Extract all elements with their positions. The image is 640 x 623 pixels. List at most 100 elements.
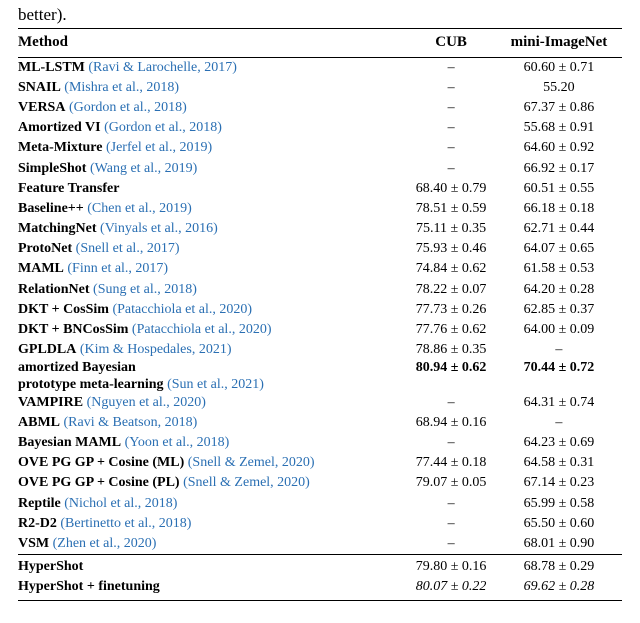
method-cell: Amortized VI (Gordon et al., 2018) <box>18 118 406 138</box>
table-header-row: Method CUB mini-ImageNet <box>18 29 622 58</box>
method-cell: SimpleShot (Wang et al., 2019) <box>18 159 406 179</box>
col-mini: mini-ImageNet <box>498 29 622 58</box>
citation: (Snell et al., 2017) <box>72 241 179 256</box>
method-name: HyperShot <box>18 559 83 574</box>
method-cell: VAMPIRE (Nguyen et al., 2020) <box>18 393 406 413</box>
mini-imagenet-cell: 64.23 ± 0.69 <box>498 433 622 453</box>
table-row: Reptile (Nichol et al., 2018)–65.99 ± 0.… <box>18 494 622 514</box>
mini-imagenet-cell: 68.78 ± 0.29 <box>498 555 622 578</box>
cub-cell: 68.40 ± 0.79 <box>406 179 497 199</box>
mini-imagenet-cell: 67.37 ± 0.86 <box>498 98 622 118</box>
table-body: ML-LSTM (Ravi & Larochelle, 2017)–60.60 … <box>18 57 622 601</box>
method-cell: ML-LSTM (Ravi & Larochelle, 2017) <box>18 57 406 78</box>
cub-cell: 77.73 ± 0.26 <box>406 300 497 320</box>
method-name: Baseline++ <box>18 201 84 216</box>
method-name: Bayesian MAML <box>18 435 121 450</box>
table-row: SNAIL (Mishra et al., 2018)–55.20 <box>18 78 622 98</box>
table-row: MAML (Finn et al., 2017)74.84 ± 0.6261.5… <box>18 259 622 279</box>
method-name: prototype meta-learning <box>18 377 164 392</box>
method-cell: Baseline++ (Chen et al., 2019) <box>18 199 406 219</box>
mini-imagenet-cell: 65.50 ± 0.60 <box>498 514 622 534</box>
method-cell: MAML (Finn et al., 2017) <box>18 259 406 279</box>
method-name: Feature Transfer <box>18 181 119 196</box>
citation: (Wang et al., 2019) <box>86 161 197 176</box>
method-cell: amortized Bayesianprototype meta-learnin… <box>18 360 406 392</box>
table-row: Feature Transfer68.40 ± 0.7960.51 ± 0.55 <box>18 179 622 199</box>
table-row: Baseline++ (Chen et al., 2019)78.51 ± 0.… <box>18 199 622 219</box>
cub-cell: – <box>406 433 497 453</box>
citation: (Ravi & Larochelle, 2017) <box>85 60 237 75</box>
table-row: HyperShot79.80 ± 0.1668.78 ± 0.29 <box>18 555 622 578</box>
table-row: VSM (Zhen et al., 2020)–68.01 ± 0.90 <box>18 534 622 555</box>
cub-cell: – <box>406 534 497 555</box>
method-cell: HyperShot + finetuning <box>18 577 406 601</box>
cub-cell: – <box>406 98 497 118</box>
citation: (Sun et al., 2021) <box>164 377 264 392</box>
table-row: amortized Bayesianprototype meta-learnin… <box>18 360 622 392</box>
citation: (Gordon et al., 2018) <box>101 120 222 135</box>
mini-imagenet-cell: 66.92 ± 0.17 <box>498 159 622 179</box>
table-row: VERSA (Gordon et al., 2018)–67.37 ± 0.86 <box>18 98 622 118</box>
table-row: DKT + BNCosSim (Patacchiola et al., 2020… <box>18 320 622 340</box>
table-row: GPLDLA (Kim & Hospedales, 2021)78.86 ± 0… <box>18 340 622 360</box>
citation: (Patacchiola et al., 2020) <box>109 302 252 317</box>
mini-imagenet-cell: 62.71 ± 0.44 <box>498 219 622 239</box>
mini-imagenet-cell: 65.99 ± 0.58 <box>498 494 622 514</box>
mini-imagenet-cell: 68.01 ± 0.90 <box>498 534 622 555</box>
mini-imagenet-cell: 55.68 ± 0.91 <box>498 118 622 138</box>
mini-imagenet-cell: 61.58 ± 0.53 <box>498 259 622 279</box>
method-name: OVE PG GP + Cosine (PL) <box>18 475 180 490</box>
table-row: SimpleShot (Wang et al., 2019)–66.92 ± 0… <box>18 159 622 179</box>
method-name: DKT + BNCosSim <box>18 322 128 337</box>
cub-cell: 80.07 ± 0.22 <box>406 577 497 601</box>
citation: (Kim & Hospedales, 2021) <box>76 342 231 357</box>
mini-imagenet-cell: 64.31 ± 0.74 <box>498 393 622 413</box>
table-row: DKT + CosSim (Patacchiola et al., 2020)7… <box>18 300 622 320</box>
citation: (Jerfel et al., 2019) <box>102 140 212 155</box>
method-name: Amortized VI <box>18 120 101 135</box>
cub-cell: 78.86 ± 0.35 <box>406 340 497 360</box>
method-cell: OVE PG GP + Cosine (ML) (Snell & Zemel, … <box>18 453 406 473</box>
citation: (Mishra et al., 2018) <box>61 80 179 95</box>
mini-imagenet-cell: 69.62 ± 0.28 <box>498 577 622 601</box>
citation: (Nichol et al., 2018) <box>61 496 178 511</box>
citation: (Yoon et al., 2018) <box>121 435 229 450</box>
mini-imagenet-cell: 64.07 ± 0.65 <box>498 239 622 259</box>
citation: (Bertinetto et al., 2018) <box>57 516 192 531</box>
results-table: Method CUB mini-ImageNet ML-LSTM (Ravi &… <box>18 28 622 601</box>
table-row: ABML (Ravi & Beatson, 2018)68.94 ± 0.16– <box>18 413 622 433</box>
method-cell: R2-D2 (Bertinetto et al., 2018) <box>18 514 406 534</box>
cub-cell: 78.51 ± 0.59 <box>406 199 497 219</box>
mini-imagenet-cell: 64.58 ± 0.31 <box>498 453 622 473</box>
method-cell: GPLDLA (Kim & Hospedales, 2021) <box>18 340 406 360</box>
col-cub: CUB <box>406 29 497 58</box>
citation: (Nguyen et al., 2020) <box>83 395 206 410</box>
table-row: VAMPIRE (Nguyen et al., 2020)–64.31 ± 0.… <box>18 393 622 413</box>
method-name: RelationNet <box>18 282 90 297</box>
method-cell: HyperShot <box>18 555 406 578</box>
method-cell: DKT + CosSim (Patacchiola et al., 2020) <box>18 300 406 320</box>
caption-fragment: better). <box>18 4 622 26</box>
method-cell: OVE PG GP + Cosine (PL) (Snell & Zemel, … <box>18 473 406 493</box>
method-cell: RelationNet (Sung et al., 2018) <box>18 280 406 300</box>
method-cell: ABML (Ravi & Beatson, 2018) <box>18 413 406 433</box>
method-name: GPLDLA <box>18 342 76 357</box>
cub-cell: 78.22 ± 0.07 <box>406 280 497 300</box>
method-name: R2-D2 <box>18 516 57 531</box>
mini-imagenet-cell: 60.60 ± 0.71 <box>498 57 622 78</box>
method-cell: Meta-Mixture (Jerfel et al., 2019) <box>18 138 406 158</box>
citation: (Sung et al., 2018) <box>90 282 197 297</box>
mini-imagenet-cell: 70.44 ± 0.72 <box>498 360 622 392</box>
cub-cell: 79.07 ± 0.05 <box>406 473 497 493</box>
citation: (Snell & Zemel, 2020) <box>180 475 310 490</box>
method-name: ML-LSTM <box>18 60 85 75</box>
cub-cell: – <box>406 57 497 78</box>
method-name: DKT + CosSim <box>18 302 109 317</box>
mini-imagenet-cell: 62.85 ± 0.37 <box>498 300 622 320</box>
table-row: Amortized VI (Gordon et al., 2018)–55.68… <box>18 118 622 138</box>
method-name: ABML <box>18 415 60 430</box>
method-cell: ProtoNet (Snell et al., 2017) <box>18 239 406 259</box>
cub-cell: – <box>406 78 497 98</box>
cub-cell: – <box>406 494 497 514</box>
table-row: RelationNet (Sung et al., 2018)78.22 ± 0… <box>18 280 622 300</box>
